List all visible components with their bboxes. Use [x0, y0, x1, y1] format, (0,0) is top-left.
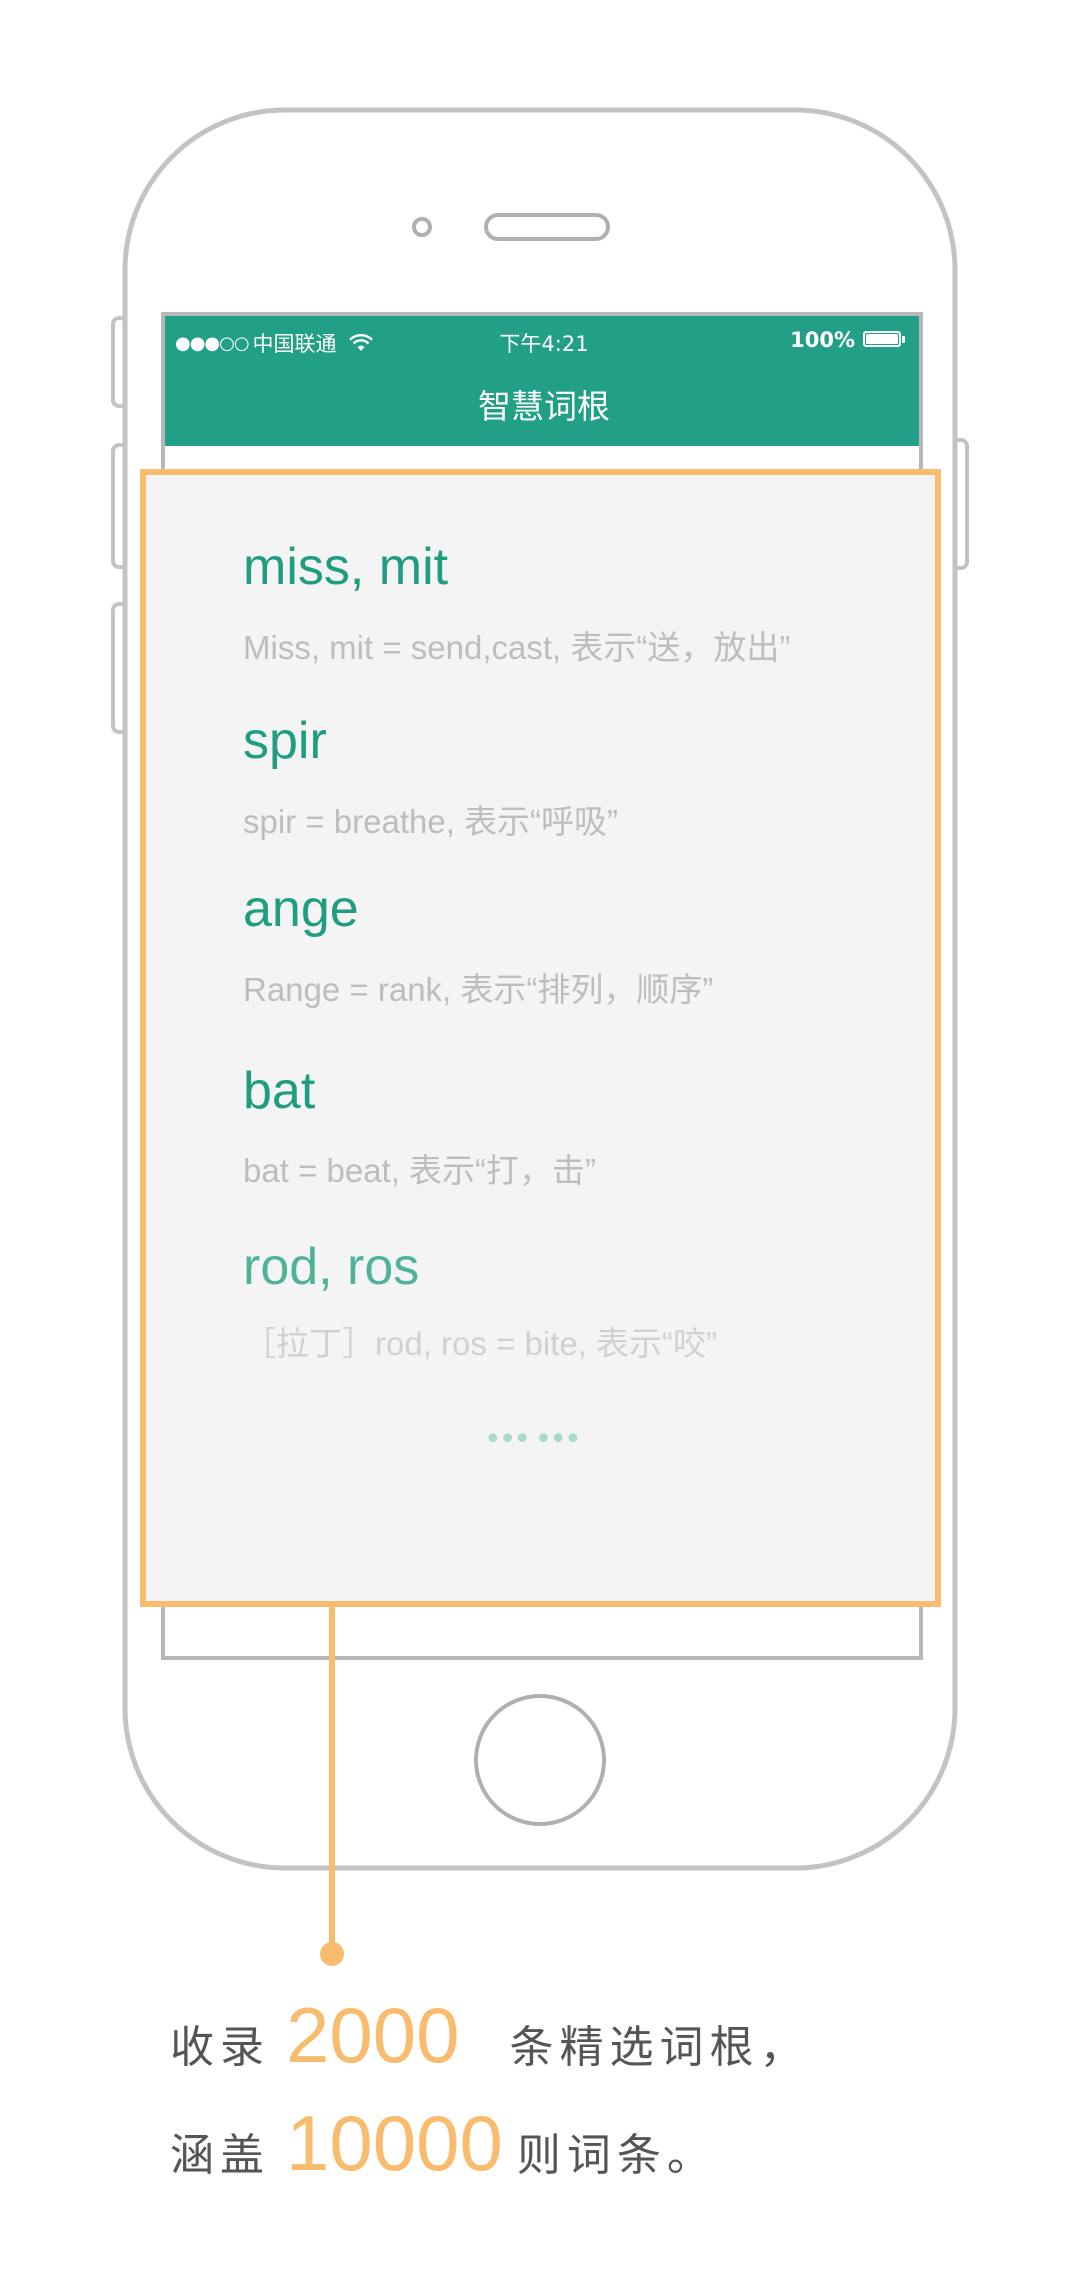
caption-line-2: 涵盖 10000 则词条。 — [170, 2098, 717, 2189]
speaker-grill — [484, 213, 610, 241]
caption-line-1: 收录 2000 条精选词根， — [170, 1990, 810, 2081]
status-battery-group: 100% — [790, 328, 907, 352]
entry-word-bat[interactable]: bat — [243, 1061, 315, 1121]
entry-word-miss-mit[interactable]: miss, mit — [243, 537, 448, 597]
entry-word-spir[interactable]: spir — [243, 711, 327, 771]
entry-definition-spir: spir = breathe, 表示“呼吸” — [243, 803, 619, 840]
front-camera — [412, 217, 432, 237]
caption-line-1-number: 2000 — [286, 1991, 460, 2079]
caption-line-1-suffix: 条精选词根， — [509, 2022, 810, 2073]
callout-dot — [320, 1942, 344, 1966]
battery-percent: 100% — [790, 328, 855, 352]
battery-icon — [863, 331, 907, 349]
caption-line-2-prefix: 涵盖 — [170, 2130, 270, 2181]
entry-definition-ange: Range = rank, 表示“排列，顺序” — [243, 971, 714, 1008]
page-title: 智慧词根 — [478, 387, 610, 426]
caption-line-1-prefix: 收录 — [170, 2022, 270, 2073]
caption-line-2-number: 10000 — [286, 2099, 503, 2187]
entry-definition-miss-mit: Miss, mit = send,cast, 表示“送，放出” — [243, 629, 791, 666]
entry-word-ange[interactable]: ange — [243, 879, 359, 939]
caption-line-2-suffix: 则词条。 — [516, 2130, 717, 2181]
entry-definition-rod-ros: ［拉丁］rod, ros = bite, 表示“咬” — [243, 1325, 718, 1362]
entry-word-rod-ros[interactable]: rod, ros — [243, 1237, 419, 1297]
home-button[interactable] — [474, 1694, 606, 1826]
entry-definition-bat: bat = beat, 表示“打，击” — [243, 1152, 597, 1189]
more-indicator: ••• ••• — [484, 1422, 582, 1457]
status-bar: ●●●○○ 中国联通 下午4:21 100% — [167, 318, 921, 362]
